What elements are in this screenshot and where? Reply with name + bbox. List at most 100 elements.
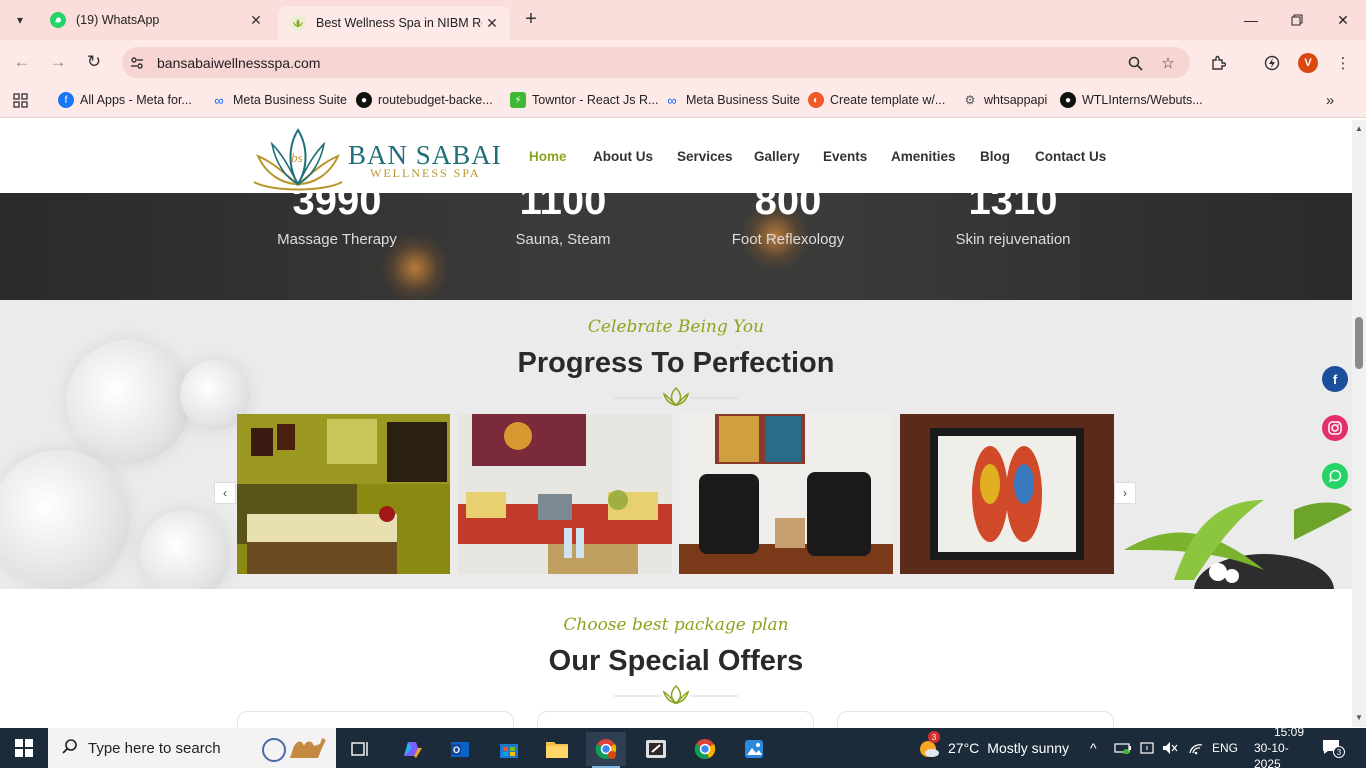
url-text[interactable]: bansabaiwellnessspa.com bbox=[157, 55, 320, 71]
candle-decoration bbox=[140, 510, 230, 589]
stats-band: 3990 Massage Therapy 1100 Sauna, Steam 8… bbox=[0, 193, 1352, 300]
bookmark-star-icon[interactable]: ☆ bbox=[1157, 52, 1179, 74]
forward-icon[interactable]: → bbox=[46, 50, 70, 74]
bookmark-item[interactable]: ● WTLInterns/Webuts... bbox=[1060, 92, 1203, 108]
start-button[interactable] bbox=[0, 728, 48, 768]
copilot-icon[interactable] bbox=[391, 732, 431, 766]
bookmark-item[interactable]: ◐ Create template w/... bbox=[808, 92, 945, 108]
bookmark-item[interactable]: ∞ Meta Business Suite bbox=[664, 92, 800, 108]
tab-ban-sabai[interactable]: Best Wellness Spa in NIBM Roa ✕ bbox=[278, 6, 510, 40]
performance-icon[interactable] bbox=[1261, 52, 1283, 74]
back-icon[interactable]: ← bbox=[10, 50, 34, 74]
close-window-button[interactable]: ✕ bbox=[1320, 0, 1366, 40]
taskbar-search-box[interactable]: Type here to search bbox=[48, 728, 336, 768]
whatsapp-icon bbox=[50, 12, 66, 28]
stat-number: 3990 bbox=[292, 193, 382, 223]
nav-gallery[interactable]: Gallery bbox=[754, 149, 800, 164]
svg-text:O: O bbox=[453, 745, 460, 755]
show-hidden-icons-chevron-icon[interactable]: ^ bbox=[1090, 728, 1097, 768]
stat-label: Skin rejuvenation bbox=[955, 231, 1071, 248]
nav-amenities[interactable]: Amenities bbox=[891, 149, 956, 164]
extensions-icon[interactable] bbox=[1207, 52, 1229, 74]
stat-number: 1100 bbox=[519, 193, 607, 223]
nav-services[interactable]: Services bbox=[677, 149, 733, 164]
app-window-icon[interactable] bbox=[636, 732, 676, 766]
bookmark-label: WTLInterns/Webuts... bbox=[1082, 93, 1203, 107]
language-indicator[interactable]: ENG bbox=[1212, 728, 1238, 768]
restore-button[interactable] bbox=[1274, 0, 1320, 40]
stat-label: Massage Therapy bbox=[277, 231, 397, 248]
nav-events[interactable]: Events bbox=[823, 149, 867, 164]
chrome-profile-v-icon[interactable] bbox=[586, 732, 626, 768]
bookmark-item[interactable]: f All Apps - Meta for... bbox=[58, 92, 192, 108]
kebab-menu-icon[interactable]: ⋮ bbox=[1332, 52, 1354, 74]
chrome-icon[interactable] bbox=[685, 732, 725, 766]
bookmark-item[interactable]: ∞ Meta Business Suite bbox=[211, 92, 347, 108]
browser-tab-bar: ▾ (19) WhatsApp ✕ Best Wellness Spa in N… bbox=[0, 0, 1366, 40]
search-icon bbox=[62, 738, 78, 759]
gallery-photo-lounge[interactable] bbox=[458, 414, 672, 574]
clock-time: 15:09 bbox=[1273, 725, 1304, 739]
gallery-photo-reflexology-room[interactable] bbox=[679, 414, 893, 574]
bookmark-label: Meta Business Suite bbox=[686, 93, 800, 107]
close-icon[interactable]: ✕ bbox=[246, 12, 266, 29]
bookmark-item[interactable]: ⚡ Towntor - React Js R... bbox=[510, 92, 658, 108]
tab-whatsapp[interactable]: (19) WhatsApp ✕ bbox=[38, 0, 274, 40]
new-tab-button[interactable]: + bbox=[520, 8, 542, 30]
more-bookmarks-icon[interactable]: » bbox=[1319, 89, 1341, 111]
apps-grid-icon[interactable] bbox=[9, 89, 31, 111]
zoom-icon[interactable] bbox=[1124, 52, 1146, 74]
instagram-icon[interactable] bbox=[1322, 415, 1348, 441]
offers-script-heading: Choose best package plan bbox=[563, 615, 789, 635]
close-icon[interactable]: ✕ bbox=[482, 15, 502, 32]
scroll-up-icon[interactable]: ▲ bbox=[1352, 124, 1366, 133]
nav-home[interactable]: Home bbox=[529, 149, 567, 164]
reload-icon[interactable]: ↻ bbox=[82, 50, 106, 74]
offer-card[interactable] bbox=[237, 711, 514, 727]
clock[interactable]: 15:09 30-10-2025 bbox=[1254, 725, 1304, 771]
offer-card[interactable] bbox=[837, 711, 1114, 727]
github-icon: ● bbox=[1060, 92, 1076, 108]
lotus-logo-icon[interactable]: bs bbox=[252, 126, 344, 192]
bookmark-label: routebudget-backe... bbox=[378, 93, 493, 107]
whatsapp-icon[interactable] bbox=[1322, 463, 1348, 489]
nav-blog[interactable]: Blog bbox=[980, 149, 1010, 164]
bookmark-item[interactable]: ● routebudget-backe... bbox=[356, 92, 493, 108]
gallery-section: Celebrate Being You Progress To Perfecti… bbox=[0, 300, 1352, 589]
carousel-prev-button[interactable]: ‹ bbox=[214, 482, 236, 504]
microsoft-store-icon[interactable] bbox=[489, 732, 529, 766]
bookmark-item[interactable]: ⚙ whtsappapi bbox=[962, 92, 1048, 108]
profile-avatar[interactable]: V bbox=[1298, 53, 1318, 73]
gallery-photo-foot-chart[interactable] bbox=[900, 414, 1114, 574]
weather-widget[interactable]: 3 27°C Mostly sunny bbox=[918, 728, 1069, 768]
site-info-icon[interactable] bbox=[126, 52, 148, 74]
facebook-icon[interactable]: f bbox=[1322, 366, 1348, 392]
stat-number: 800 bbox=[754, 193, 822, 223]
plant-decoration bbox=[1124, 500, 1352, 589]
tab-search-menu-button[interactable]: ▾ bbox=[8, 9, 32, 31]
bookmark-label: Meta Business Suite bbox=[233, 93, 347, 107]
task-view-icon[interactable] bbox=[340, 732, 380, 766]
scroll-down-icon[interactable]: ▼ bbox=[1352, 713, 1366, 722]
lotus-divider-icon bbox=[614, 386, 738, 406]
file-explorer-icon[interactable] bbox=[537, 732, 577, 766]
photos-icon[interactable] bbox=[734, 732, 774, 766]
wifi-icon[interactable] bbox=[1188, 728, 1204, 768]
sun-cloud-icon: 3 bbox=[918, 731, 940, 759]
page-scrollbar[interactable]: ▲ ▼ bbox=[1352, 120, 1366, 727]
minimize-button[interactable]: — bbox=[1228, 0, 1274, 40]
scrollbar-thumb[interactable] bbox=[1355, 317, 1363, 369]
meet-now-icon[interactable] bbox=[1140, 728, 1154, 768]
gallery-photo-massage-room[interactable] bbox=[237, 414, 450, 574]
lotus-divider-icon bbox=[614, 684, 738, 704]
bookmark-label: All Apps - Meta for... bbox=[80, 93, 192, 107]
offers-section: Choose best package plan Our Special Off… bbox=[0, 589, 1352, 727]
battery-icon[interactable] bbox=[1114, 728, 1132, 768]
volume-muted-icon[interactable] bbox=[1162, 728, 1178, 768]
notifications-icon[interactable]: 3 bbox=[1322, 728, 1345, 768]
nav-about-us[interactable]: About Us bbox=[593, 149, 653, 164]
outlook-icon[interactable]: O bbox=[440, 732, 480, 766]
carousel-next-button[interactable]: › bbox=[1114, 482, 1136, 504]
nav-contact-us[interactable]: Contact Us bbox=[1035, 149, 1106, 164]
offer-card[interactable] bbox=[537, 711, 814, 727]
